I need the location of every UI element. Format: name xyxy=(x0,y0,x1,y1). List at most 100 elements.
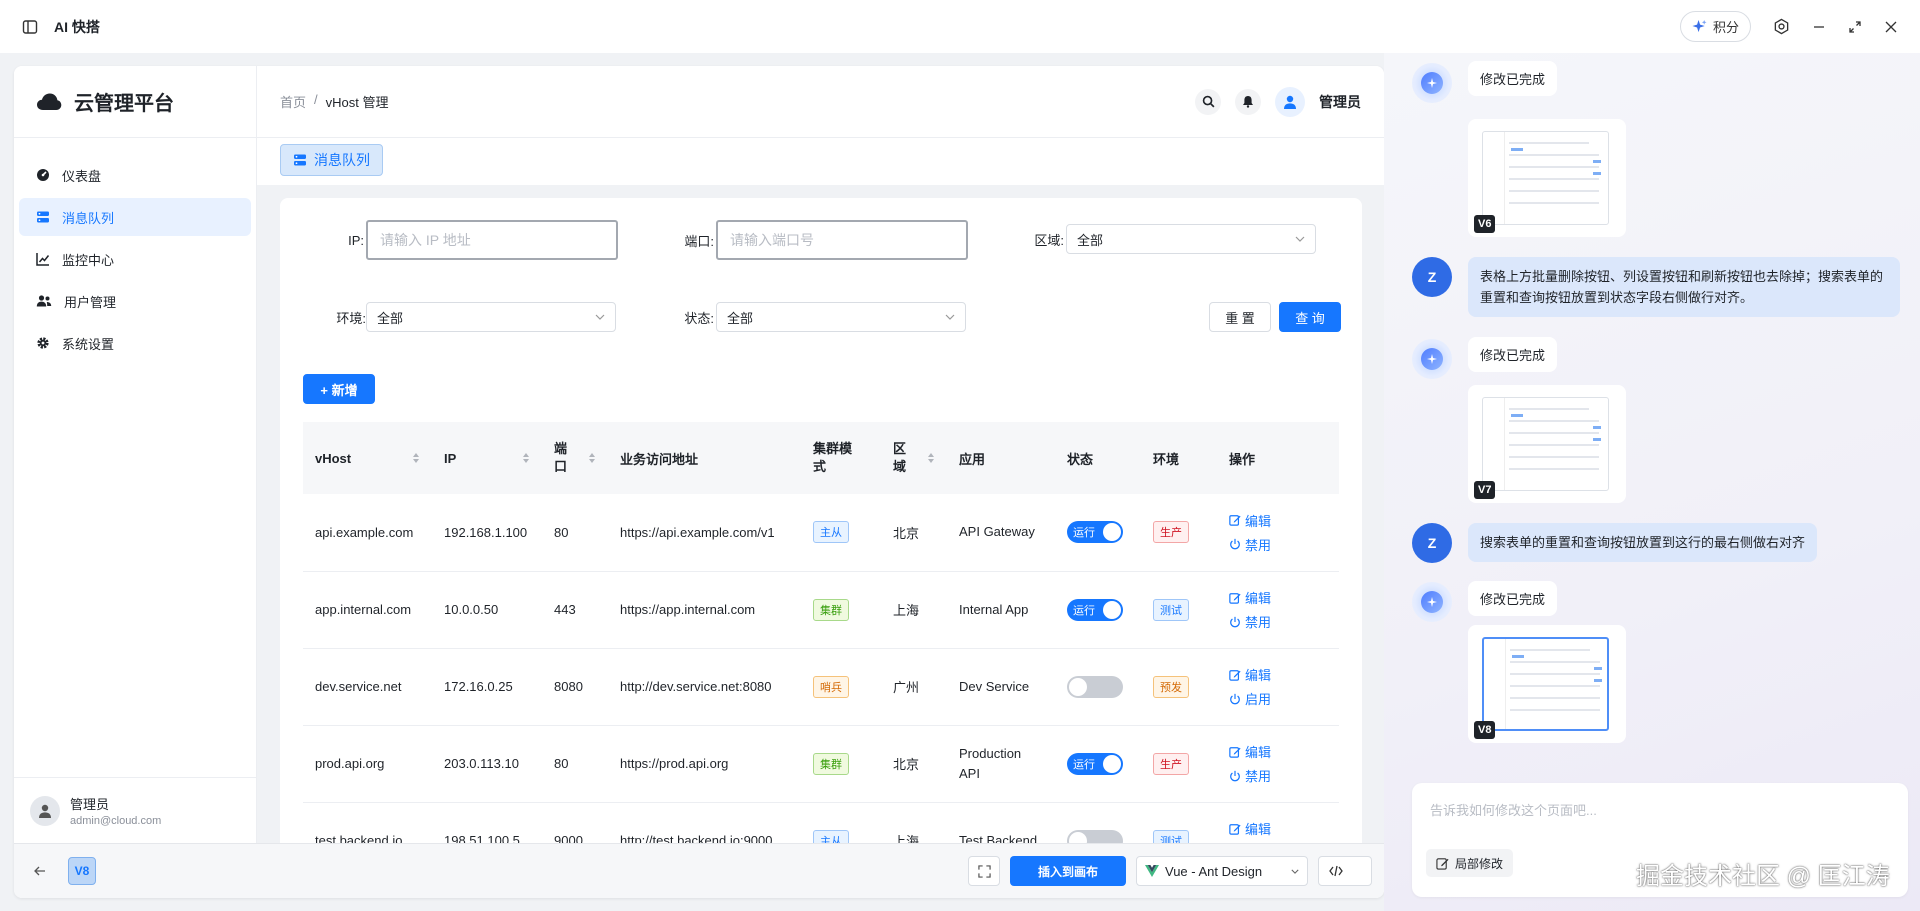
col-region[interactable]: 区域 xyxy=(881,422,947,494)
bell-icon xyxy=(1242,95,1254,108)
chevron-down-icon xyxy=(945,314,955,320)
cell-status xyxy=(1055,802,1141,843)
toggle-link[interactable]: 启用 xyxy=(1229,689,1327,708)
search-icon xyxy=(1202,95,1215,108)
content-card: IP: 请输入 IP 地址 端口: 请输入端口号 区域: 全部 环境: 全部 状… xyxy=(280,198,1362,843)
status-switch[interactable] xyxy=(1067,676,1123,698)
sort-icon[interactable] xyxy=(522,452,530,464)
framework-select[interactable]: Vue - Ant Design xyxy=(1136,856,1308,886)
ai-message: 修改已完成 xyxy=(1468,581,1558,616)
power-icon xyxy=(1229,770,1241,782)
version-thumbnail-v7[interactable]: V7 xyxy=(1468,385,1626,503)
region-select[interactable]: 全部 xyxy=(1066,224,1316,254)
cell-status xyxy=(1055,648,1141,726)
env-tag: 预发 xyxy=(1153,675,1189,698)
cell-env: 生产 xyxy=(1141,725,1217,803)
status-switch[interactable]: 运行 xyxy=(1067,752,1123,775)
code-view-button[interactable] xyxy=(1318,856,1372,886)
ip-input[interactable]: 请输入 IP 地址 xyxy=(366,220,618,260)
version-thumbnail-v8[interactable]: V8 xyxy=(1468,625,1626,743)
sidebar-item-label: 仪表盘 xyxy=(62,168,102,184)
user-name: 管理员 xyxy=(70,797,110,812)
add-button[interactable]: + 新增 xyxy=(303,374,375,404)
close-icon[interactable] xyxy=(1884,20,1898,34)
insert-to-canvas-button[interactable]: 插入到画布 xyxy=(1010,856,1126,886)
version-thumbnail-v6[interactable]: V6 xyxy=(1468,119,1626,237)
avatar xyxy=(30,795,60,826)
mode-tag: 集群 xyxy=(813,598,849,621)
minimize-icon[interactable] xyxy=(1812,20,1826,34)
breadcrumb: 首页 / vHost 管理 xyxy=(280,92,388,111)
cell-region: 北京 xyxy=(881,494,947,572)
col-ip[interactable]: IP xyxy=(432,422,542,494)
cell-env: 预发 xyxy=(1141,648,1217,726)
sidebar-item-dashboard[interactable]: 仪表盘 xyxy=(19,156,251,194)
mode-tag: 集群 xyxy=(813,752,849,775)
port-input[interactable]: 请输入端口号 xyxy=(716,220,968,260)
fullscreen-button[interactable] xyxy=(968,856,1000,886)
cell-actions: 编辑 禁用 xyxy=(1217,725,1339,803)
toggle-link[interactable]: 禁用 xyxy=(1229,535,1327,554)
edit-icon xyxy=(1229,592,1241,604)
edit-link[interactable]: 编辑 xyxy=(1229,665,1327,684)
header-avatar[interactable] xyxy=(1275,86,1305,117)
toggle-link[interactable]: 禁用 xyxy=(1229,612,1327,631)
toggle-link[interactable]: 禁用 xyxy=(1229,766,1327,785)
sidebar-user-card[interactable]: 管理员 admin@cloud.com xyxy=(14,777,257,843)
arrow-left-icon xyxy=(34,866,46,876)
ai-avatar xyxy=(1412,63,1452,103)
edit-link[interactable]: 编辑 xyxy=(1229,511,1327,530)
status-switch[interactable]: 运行 xyxy=(1067,598,1123,621)
breadcrumb-home[interactable]: 首页 xyxy=(280,92,306,111)
chevron-down-icon xyxy=(595,314,605,320)
status-select[interactable]: 全部 xyxy=(716,302,966,332)
version-chip[interactable]: V8 xyxy=(68,857,96,885)
search-button[interactable] xyxy=(1195,88,1221,115)
edit-link[interactable]: 编辑 xyxy=(1229,588,1327,607)
status-switch[interactable] xyxy=(1067,830,1123,843)
cell-actions: 编辑启用 xyxy=(1217,648,1339,726)
sidebar-item-message-queue[interactable]: 消息队列 xyxy=(19,198,251,236)
header-username[interactable]: 管理员 xyxy=(1319,92,1361,112)
sidebar-item-users[interactable]: 用户管理 xyxy=(19,282,251,320)
cell-vhost: test.backend.io xyxy=(303,802,432,843)
status-switch[interactable]: 运行 xyxy=(1067,521,1123,544)
env-select[interactable]: 全部 xyxy=(366,302,616,332)
local-edit-label: 局部修改 xyxy=(1455,856,1504,871)
preview-panel: 云管理平台 仪表盘 消息队列 监控中心 用户管理 系统设置 管理员 admin@… xyxy=(14,66,1384,898)
notification-button[interactable] xyxy=(1235,88,1261,115)
sort-icon[interactable] xyxy=(588,452,596,464)
user-avatar: Z xyxy=(1412,523,1452,563)
sidebar-toggle-icon[interactable] xyxy=(22,19,38,35)
window-titlebar: AI 快搭 积分 xyxy=(0,0,1920,53)
col-port[interactable]: 端口 xyxy=(542,422,608,494)
cell-vhost: api.example.com xyxy=(303,494,432,572)
query-button[interactable]: 查 询 xyxy=(1279,302,1341,332)
edit-link[interactable]: 编辑 xyxy=(1229,742,1327,761)
sidebar-item-monitor[interactable]: 监控中心 xyxy=(19,240,251,278)
window-title: AI 快搭 xyxy=(54,18,100,35)
sidebar-item-label: 监控中心 xyxy=(62,252,115,268)
table-row: prod.api.org 203.0.113.10 80 https://prod.a… xyxy=(303,725,1339,803)
sidebar-item-label: 消息队列 xyxy=(62,210,115,226)
tab-message-queue[interactable]: 消息队列 xyxy=(280,144,383,176)
settings-icon[interactable] xyxy=(1773,18,1790,35)
edit-link[interactable]: 编辑 xyxy=(1229,819,1327,838)
region-value: 全部 xyxy=(1077,232,1104,248)
cell-url: http://dev.service.net:8080 xyxy=(608,648,801,726)
ai-message: 修改已完成 xyxy=(1468,61,1558,96)
points-button[interactable]: 积分 xyxy=(1679,11,1751,42)
back-button[interactable] xyxy=(26,857,54,885)
user-avatar: Z xyxy=(1412,257,1452,297)
sort-icon[interactable] xyxy=(927,452,935,464)
reset-button[interactable]: 重 置 xyxy=(1209,302,1271,332)
cell-vhost: dev.service.net xyxy=(303,648,432,726)
col-vhost[interactable]: vHost xyxy=(303,422,432,494)
sort-icon[interactable] xyxy=(412,452,420,464)
ai-avatar xyxy=(1412,582,1452,622)
switch-knob xyxy=(1069,678,1087,696)
local-edit-button[interactable]: 局部修改 xyxy=(1426,849,1514,877)
restore-icon[interactable] xyxy=(1848,20,1862,34)
sidebar-item-settings[interactable]: 系统设置 xyxy=(19,324,251,362)
power-icon xyxy=(1229,538,1241,550)
